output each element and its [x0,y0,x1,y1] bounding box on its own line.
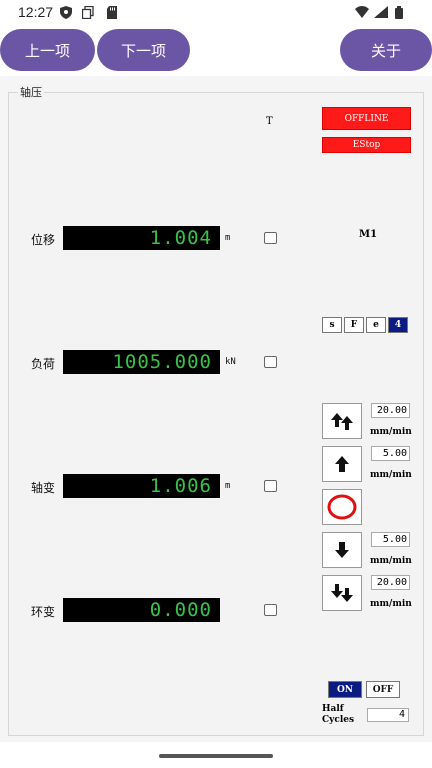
checkbox-displacement[interactable] [264,232,277,244]
panel-title: 轴压 [18,84,44,100]
status-bar: 12:27 [0,0,432,26]
on-button[interactable]: ON [328,681,362,698]
lcd-load: 1005.000 [63,350,220,374]
status-time: 12:27 [18,4,54,20]
half-cycles-label: Half Cycles [322,704,354,726]
lcd-axial-strain: 1.006 [63,474,220,498]
offline-indicator: OFFLINE [322,107,411,130]
prev-button[interactable]: 上一项 [0,29,95,71]
up-arrow-icon [335,456,349,472]
fast-down-button[interactable] [322,575,362,611]
checkbox-hoop-strain[interactable] [264,604,277,616]
row-label-displacement: 位移 [31,233,56,247]
down-arrow-icon [335,542,349,558]
about-button[interactable]: 关于 [340,29,432,71]
row-label-hoop-strain: 环变 [31,605,56,619]
row-label-axial-strain: 轴变 [31,481,56,495]
nav-bar: 上一项 下一项 关于 [0,26,432,76]
double-up-arrow-icon [331,413,353,430]
stop-button[interactable] [322,489,362,525]
half-label: Half [322,704,344,714]
copy-icon [82,6,94,19]
segment-4[interactable]: 4 [388,317,408,333]
up-button[interactable] [322,446,362,482]
battery-icon [395,6,403,19]
unit-load: kN [225,357,236,367]
fast-up-speed-input[interactable]: 20.00 [371,403,410,418]
down-speed-input[interactable]: 5.00 [371,532,410,547]
shield-icon [60,6,72,19]
unit-displacement: m [225,233,231,243]
down-speed-unit: mm/min [370,556,412,566]
row-label-load: 负荷 [31,357,56,371]
lcd-hoop-strain: 0.000 [63,598,220,622]
estop-button[interactable]: EStop [322,137,411,153]
t-column-label: T [266,116,273,127]
unit-axial-strain: m [225,481,231,491]
signal-icon [374,6,388,18]
segment-s[interactable]: s [322,317,342,333]
fast-up-button[interactable] [322,403,362,439]
home-indicator[interactable] [159,754,273,758]
checkbox-axial-strain[interactable] [264,480,277,492]
half-cycles-input[interactable]: 4 [367,708,409,722]
down-button[interactable] [322,532,362,568]
fast-up-speed-unit: mm/min [370,427,412,437]
checkbox-load[interactable] [264,356,277,368]
segment-e[interactable]: e [366,317,386,333]
fast-down-speed-input[interactable]: 20.00 [371,575,410,590]
up-speed-input[interactable]: 5.00 [371,446,410,461]
wifi-icon [355,6,369,18]
stop-circle-icon [327,494,357,520]
mode-label: M1 [359,229,378,240]
sd-card-icon [107,6,117,19]
lcd-displacement: 1.004 [63,226,220,250]
fast-down-speed-unit: mm/min [370,599,412,609]
cycles-label: Cycles [322,715,355,725]
segment-f[interactable]: F [344,317,364,333]
double-down-arrow-icon [331,584,353,602]
off-button[interactable]: OFF [366,681,400,698]
up-speed-unit: mm/min [370,470,412,480]
next-button[interactable]: 下一项 [97,29,190,71]
